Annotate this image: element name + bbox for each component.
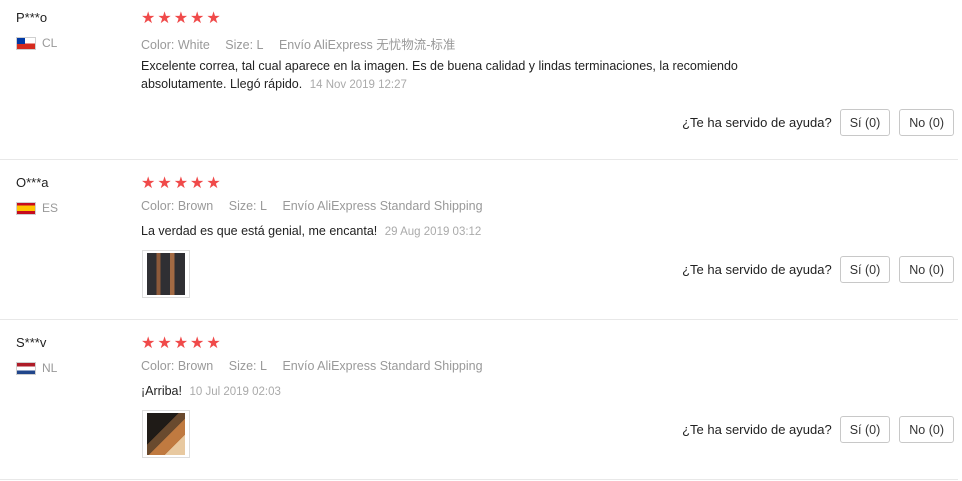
reviewer-name: O***a: [16, 175, 49, 190]
helpful-section: ¿Te ha servido de ayuda? Sí (0) No (0): [682, 109, 954, 136]
shipping-attribute: Envío AliExpress Standard Shipping: [282, 199, 483, 213]
size-attribute: Size: L: [228, 199, 267, 213]
color-attribute: Color: Brown: [141, 359, 214, 373]
review-photo: [147, 253, 185, 295]
product-attributes: Color: Brown Size: L Envío AliExpress St…: [141, 359, 495, 373]
helpful-no-button[interactable]: No (0): [899, 416, 954, 443]
star-icon: ★: [157, 173, 172, 192]
helpful-question: ¿Te ha servido de ayuda?: [682, 422, 832, 437]
reviewer-name: S***v: [16, 335, 47, 350]
size-attribute: Size: L: [225, 38, 264, 52]
divider: [0, 319, 958, 320]
comment-text: Excelente correa, tal cual aparece en la…: [141, 59, 738, 91]
star-icon: ★: [190, 8, 205, 27]
divider: [0, 479, 958, 480]
helpful-section: ¿Te ha servido de ayuda? Sí (0) No (0): [682, 416, 954, 443]
reviewer-country: ES: [16, 201, 58, 215]
review-date: 29 Aug 2019 03:12: [384, 226, 482, 238]
country-code: ES: [42, 201, 59, 215]
helpful-yes-button[interactable]: Sí (0): [839, 416, 891, 443]
reviewer-country: CL: [16, 36, 57, 50]
star-icon: ★: [173, 333, 189, 352]
country-code: NL: [42, 361, 58, 375]
star-icon: ★: [190, 333, 205, 352]
star-icon: ★: [141, 8, 156, 27]
shipping-attribute: Envío AliExpress 无忧物流-标准: [278, 38, 456, 52]
size-attribute: Size: L: [228, 359, 267, 373]
chile-flag-icon: [16, 36, 36, 50]
star-icon: ★: [141, 333, 156, 352]
star-icon: ★: [157, 8, 172, 27]
divider: [0, 159, 958, 160]
color-attribute: Color: Brown: [141, 199, 214, 213]
star-icon: ★: [157, 333, 172, 352]
helpful-no-button[interactable]: No (0): [899, 256, 954, 283]
star-icon: ★: [190, 173, 205, 192]
review-comment: Excelente correa, tal cual aparece en la…: [141, 57, 791, 94]
shipping-attribute: Envío AliExpress Standard Shipping: [282, 359, 483, 373]
helpful-question: ¿Te ha servido de ayuda?: [682, 115, 832, 130]
spain-flag-icon: [16, 201, 36, 215]
star-icon: ★: [173, 173, 189, 192]
star-icon: ★: [206, 8, 221, 27]
color-attribute: Color: White: [141, 38, 210, 52]
star-rating: ★ ★ ★ ★ ★: [141, 175, 221, 191]
review-comment: ¡Arriba! 10 Jul 2019 02:03: [141, 382, 791, 401]
product-attributes: Color: Brown Size: L Envío AliExpress St…: [141, 199, 495, 213]
review-photo: [147, 413, 185, 455]
country-code: CL: [42, 36, 58, 50]
star-icon: ★: [141, 173, 156, 192]
review-photo-thumbnail[interactable]: [142, 410, 190, 458]
star-icon: ★: [173, 8, 189, 27]
review-photo-thumbnail[interactable]: [142, 250, 190, 298]
helpful-yes-button[interactable]: Sí (0): [839, 256, 891, 283]
reviewer-country: NL: [16, 361, 57, 375]
helpful-question: ¿Te ha servido de ayuda?: [682, 262, 832, 277]
star-icon: ★: [206, 173, 221, 192]
comment-text: ¡Arriba!: [141, 384, 182, 398]
star-rating: ★ ★ ★ ★ ★: [141, 10, 221, 26]
review-date: 10 Jul 2019 02:03: [189, 386, 281, 398]
review-comment: La verdad es que está genial, me encanta…: [141, 222, 791, 241]
star-icon: ★: [206, 333, 221, 352]
helpful-yes-button[interactable]: Sí (0): [839, 109, 891, 136]
helpful-section: ¿Te ha servido de ayuda? Sí (0) No (0): [682, 256, 954, 283]
review-date: 14 Nov 2019 12:27: [309, 79, 407, 91]
comment-text: La verdad es que está genial, me encanta…: [141, 224, 378, 238]
star-rating: ★ ★ ★ ★ ★: [141, 335, 221, 351]
helpful-no-button[interactable]: No (0): [899, 109, 954, 136]
product-attributes: Color: White Size: L Envío AliExpress 无忧…: [141, 34, 467, 53]
netherlands-flag-icon: [16, 361, 36, 375]
reviewer-name: P***o: [16, 10, 48, 25]
